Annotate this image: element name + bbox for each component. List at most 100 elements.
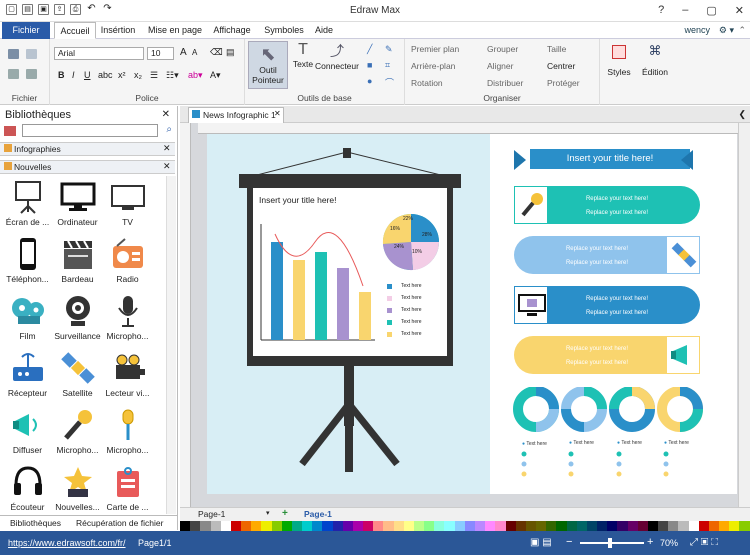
color-swatch[interactable] (281, 521, 292, 531)
zoom-in-icon[interactable]: + (647, 536, 653, 548)
color-swatch[interactable] (566, 521, 577, 531)
color-swatch[interactable] (444, 521, 455, 531)
color-swatch[interactable] (180, 521, 191, 531)
color-swatch[interactable] (251, 521, 262, 531)
color-swatch[interactable] (586, 521, 598, 531)
page-tab[interactable]: Page-1 (304, 509, 332, 519)
color-swatch[interactable] (373, 521, 384, 531)
help-icon[interactable]: ? (658, 4, 664, 17)
line-spacing-icon[interactable]: ☰ (150, 70, 158, 81)
center-button[interactable]: Centrer (547, 61, 575, 71)
info-pill-4[interactable]: Replace your text here! Replace your tex… (514, 336, 700, 374)
color-swatch[interactable] (424, 521, 435, 531)
fit-page-icon[interactable]: ⤢ ▣ ⛶ (690, 537, 718, 548)
library-item[interactable]: Satellite (50, 350, 105, 407)
tab-libraries[interactable]: Bibliothèques (10, 518, 61, 528)
font-size-select[interactable]: 10 (147, 47, 174, 60)
bring-front-button[interactable]: Premier plan (411, 44, 459, 54)
color-swatch[interactable] (464, 521, 475, 531)
abc-icon[interactable]: abc (98, 70, 113, 80)
ellipse-icon[interactable]: ● (367, 76, 372, 86)
color-swatch[interactable] (729, 521, 740, 531)
library-item[interactable]: Récepteur (0, 350, 55, 407)
drawing-page[interactable]: Insert your title here! 22% 28% 10% 24% … (207, 134, 737, 494)
color-palette[interactable] (180, 521, 750, 531)
library-item[interactable]: Micropho... (100, 293, 155, 350)
tab-file-recovery[interactable]: Récupération de fichier (76, 518, 163, 528)
library-item[interactable]: Surveillance (50, 293, 105, 350)
color-swatch[interactable] (352, 521, 364, 531)
collapse-ribbon-icon[interactable]: ⌃ (738, 25, 746, 36)
curve-icon[interactable]: ⌒ (385, 76, 394, 89)
info-pill-3[interactable]: Replace your text here! Replace your tex… (514, 286, 700, 324)
color-swatch[interactable] (363, 521, 374, 531)
page-dropdown-icon[interactable]: ▾ (266, 509, 270, 517)
color-swatch[interactable] (261, 521, 272, 531)
styles-button[interactable]: Styles (604, 43, 634, 77)
website-link[interactable]: https://www.edrawsoft.com/fr/ (8, 538, 126, 548)
color-swatch[interactable] (474, 521, 486, 531)
color-swatch[interactable] (393, 521, 404, 531)
rotation-button[interactable]: Rotation (411, 78, 443, 88)
color-swatch[interactable] (210, 521, 221, 531)
color-swatch[interactable] (607, 521, 618, 531)
board-title[interactable]: Insert your title here! (259, 195, 336, 205)
zoom-slider[interactable] (580, 542, 644, 544)
zoom-out-icon[interactable]: − (566, 536, 572, 548)
rectangle-icon[interactable]: ■ (367, 60, 372, 70)
library-search-input[interactable] (22, 124, 158, 137)
title-ribbon-banner[interactable]: Insert your title here! (530, 149, 690, 169)
zoom-level[interactable]: 70% (660, 538, 678, 548)
color-swatch[interactable] (485, 521, 496, 531)
bold-icon[interactable]: B (58, 70, 65, 80)
tab-view[interactable]: Affichage (212, 22, 252, 39)
color-swatch[interactable] (698, 521, 709, 531)
color-swatch[interactable] (403, 521, 414, 531)
subscript-icon[interactable]: x₂ (134, 70, 142, 80)
send-back-button[interactable]: Arrière-plan (411, 61, 455, 71)
group-button[interactable]: Grouper (487, 44, 518, 54)
color-swatch[interactable] (291, 521, 303, 531)
minimize-icon[interactable]: – (682, 4, 688, 17)
library-menu-icon[interactable] (4, 126, 16, 136)
user-name[interactable]: wency (684, 25, 710, 35)
library-item[interactable]: Micropho... (50, 407, 105, 464)
section-infographics[interactable]: Infographies (0, 142, 175, 156)
color-swatch[interactable] (637, 521, 648, 531)
color-swatch[interactable] (312, 521, 323, 531)
library-item[interactable]: Film (0, 293, 55, 350)
text-tool-button[interactable]: T Texte (289, 41, 317, 69)
section-infographics-close-icon[interactable]: ✕ (163, 143, 171, 154)
close-icon[interactable]: ✕ (735, 4, 744, 17)
color-swatch[interactable] (505, 521, 516, 531)
more-font-icon[interactable]: ▤ (226, 47, 235, 58)
crop-icon[interactable]: ⌗ (385, 60, 390, 71)
document-tab-close-icon[interactable]: ✕ (274, 109, 281, 118)
section-news-close-icon[interactable]: ✕ (163, 161, 171, 172)
section-news[interactable]: Nouvelles (0, 160, 175, 174)
library-item[interactable]: Radio (100, 236, 155, 293)
tab-help[interactable]: Aide (312, 22, 336, 39)
shrink-font-icon[interactable]: A (192, 48, 197, 57)
underline-icon[interactable]: U (84, 70, 91, 80)
superscript-icon[interactable]: x² (118, 70, 126, 80)
color-swatch[interactable] (627, 521, 638, 531)
color-swatch[interactable] (525, 521, 537, 531)
library-item[interactable]: Téléphon... (0, 236, 55, 293)
tab-home[interactable]: Accueil (54, 22, 96, 39)
tab-insert[interactable]: Insértion (98, 22, 138, 39)
color-swatch[interactable] (576, 521, 587, 531)
color-swatch[interactable] (597, 521, 608, 531)
brush-icon[interactable] (26, 49, 37, 59)
color-swatch[interactable] (413, 521, 425, 531)
color-swatch[interactable] (719, 521, 730, 531)
library-item[interactable]: Écouteur (0, 464, 55, 521)
library-close-icon[interactable]: ✕ (162, 109, 170, 120)
grow-font-icon[interactable]: A (180, 47, 187, 58)
color-swatch[interactable] (536, 521, 547, 531)
library-item[interactable]: Diffuser (0, 407, 55, 464)
line-icon[interactable]: ╱ (367, 44, 372, 55)
size-button[interactable]: Taille (547, 44, 566, 54)
search-icon[interactable]: ⌕ (166, 124, 172, 135)
copy-icon[interactable] (26, 69, 37, 79)
